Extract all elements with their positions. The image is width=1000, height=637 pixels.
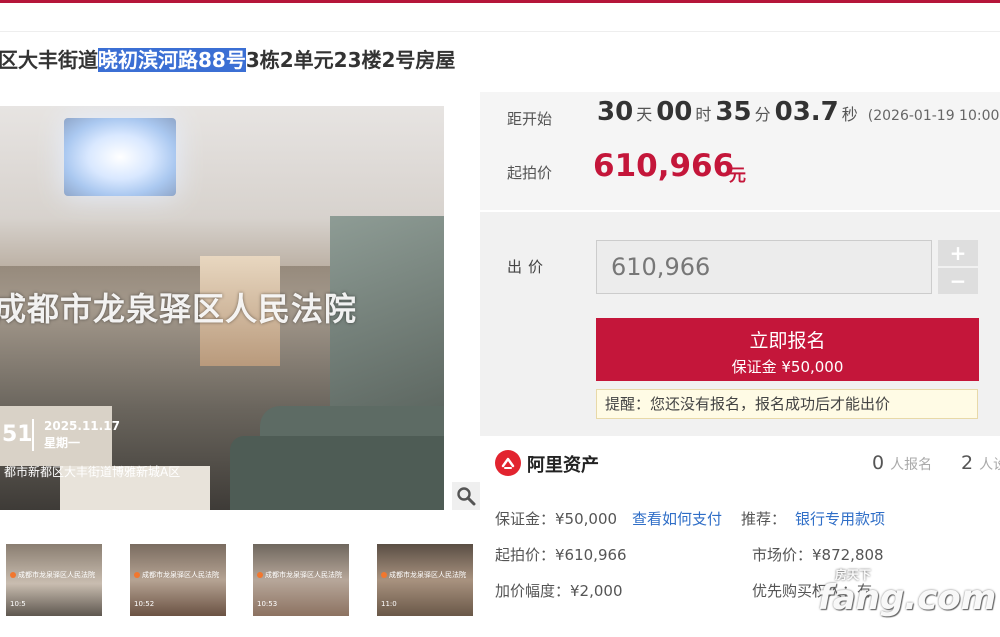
auction-info-panel: 距开始 30 天 00 时 35 分 03.7 秒 (2026-01-19 10:00 起拍价 … — [480, 92, 1000, 210]
thumbnail-watermark: 成都市龙泉驿区人民法院 — [142, 571, 219, 579]
bid-increase-button[interactable]: + — [938, 240, 978, 266]
title-prefix: 区大丰街道 — [0, 48, 98, 72]
countdown-days: 30 — [597, 97, 634, 127]
countdown-hours-unit: 时 — [695, 105, 712, 124]
auction-start-time: (2026-01-19 10:00 — [867, 108, 1000, 124]
countdown-minutes: 35 — [715, 97, 752, 127]
countdown-hours: 00 — [656, 97, 693, 127]
signup-count-unit: 人报名 — [890, 457, 933, 473]
signup-now-button[interactable]: 立即报名 保证金 ¥50,000 — [596, 318, 979, 381]
photo-chandelier — [64, 118, 176, 196]
bid-amount-input[interactable]: 610,966 — [596, 240, 932, 294]
start-price-label: 起拍价 — [507, 164, 553, 182]
countdown-minutes-unit: 分 — [754, 105, 771, 124]
photo-date: 2025.11.17 — [44, 419, 120, 433]
market-price-detail: 市场价：¥872,808 — [752, 546, 884, 564]
countdown-label: 距开始 — [507, 110, 553, 128]
signup-count-value: 0 — [872, 452, 885, 474]
thumbnail-time: 11:0 — [381, 600, 397, 608]
thumbnail-time: 10:52 — [134, 600, 155, 608]
thumbnail-3[interactable]: 成都市龙泉驿区人民法院 10:53 — [253, 544, 349, 616]
top-strip — [0, 3, 1000, 32]
deposit-detail: 保证金：¥50,000 — [495, 510, 618, 528]
thumbnail-badge-icon — [381, 572, 387, 578]
bid-label: 出价 — [507, 258, 550, 276]
thumbnail-time: 10:5 — [10, 600, 26, 608]
photo-sofa — [230, 436, 444, 510]
thumbnail-time: 10:53 — [257, 600, 278, 608]
signup-reminder: 提醒：您还没有报名，报名成功后才能出价 — [596, 389, 978, 419]
thumbnail-2[interactable]: 成都市龙泉驿区人民法院 10:52 — [130, 544, 226, 616]
countdown-seconds-unit: 秒 — [841, 105, 858, 124]
thumbnail-4[interactable]: 成都市龙泉驿区人民法院 11:0 — [377, 544, 473, 616]
bid-panel: 出价 610,966 + − 立即报名 保证金 ¥50,000 提醒：您还没有报… — [480, 212, 1000, 436]
signup-deposit-text: 保证金 ¥50,000 — [731, 358, 844, 376]
main-property-photo[interactable]: 成都市龙泉驿区人民法院 51 2025.11.17 星期一 都市新都区大丰街道博… — [0, 106, 444, 510]
watch-count-value: 2 — [961, 452, 974, 474]
ali-logo-mark — [501, 457, 515, 469]
ali-assets-logo-icon — [495, 450, 521, 476]
magnifier-icon — [457, 487, 476, 506]
start-price-unit: 元 — [729, 166, 746, 186]
thumbnail-watermark: 成都市龙泉驿区人民法院 — [18, 571, 95, 579]
watch-count-unit: 人设 — [979, 457, 1000, 473]
platform-name: 阿里资产 — [527, 455, 599, 476]
photo-time-stamp: 51 — [2, 422, 33, 447]
thumbnail-badge-icon — [257, 572, 263, 578]
fang-watermark-logo: fang.com — [818, 578, 997, 618]
watch-count: 2 人设 — [961, 452, 1000, 474]
start-price-detail: 起拍价：¥610,966 — [495, 546, 627, 564]
photo-stamp-divider — [32, 419, 34, 451]
bank-payment-link[interactable]: 银行专用款项 — [795, 508, 885, 529]
thumbnail-badge-icon — [134, 572, 140, 578]
how-to-pay-link[interactable]: 查看如何支付 — [632, 508, 722, 529]
page-title: 区大丰街道晓初滨河路88号3栋2单元23楼2号房屋 — [0, 44, 455, 73]
signup-button-label: 立即报名 — [749, 330, 826, 352]
court-watermark: 成都市龙泉驿区人民法院 — [0, 290, 358, 328]
thumbnail-1[interactable]: 成都市龙泉驿区人民法院 10:5 — [6, 544, 102, 616]
zoom-button[interactable] — [452, 482, 480, 510]
thumbnail-badge-icon — [10, 572, 16, 578]
thumbnail-watermark: 成都市龙泉驿区人民法院 — [389, 571, 466, 579]
photo-date-stamp: 2025.11.17 星期一 — [44, 418, 120, 452]
increment-detail: 加价幅度：¥2,000 — [495, 582, 623, 600]
title-selected-text[interactable]: 晓初滨河路88号 — [98, 48, 246, 72]
countdown-seconds: 03.7 — [774, 97, 839, 127]
countdown-days-unit: 天 — [636, 105, 653, 124]
photo-location-stamp: 都市新都区大丰街道博雅新城A区 — [4, 465, 181, 479]
photo-weekday: 星期一 — [44, 436, 81, 450]
thumbnail-watermark: 成都市龙泉驿区人民法院 — [265, 571, 342, 579]
title-suffix: 3栋2单元23楼2号房屋 — [245, 48, 456, 72]
start-price-value: 610,966 — [593, 148, 735, 184]
recommend-label: 推荐： — [741, 510, 787, 528]
countdown-timer: 30 天 00 时 35 分 03.7 秒 (2026-01-19 10:00 — [597, 97, 999, 127]
signup-count: 0 人报名 — [872, 452, 932, 474]
bid-decrease-button[interactable]: − — [938, 268, 978, 294]
